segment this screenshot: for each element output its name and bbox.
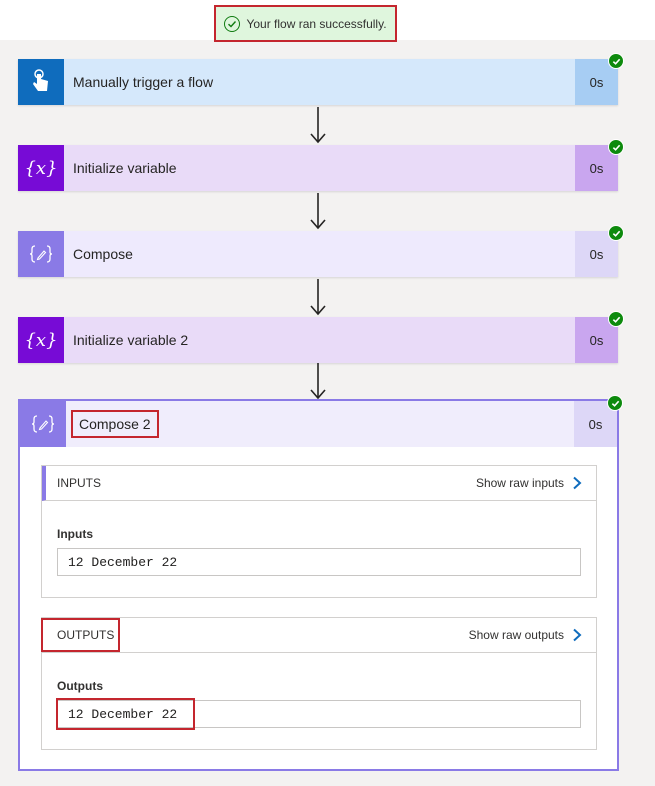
success-check-icon [224,15,241,32]
inputs-section: INPUTS Show raw inputs Inputs 12 Decembe… [41,465,597,598]
outputs-header-label: OUTPUTS [41,618,121,652]
success-check-icon [608,225,624,241]
step-title: Manually trigger a flow [73,74,214,90]
compose-icon [18,231,64,277]
variable-icon: {x} [18,145,64,191]
step-title: Compose [73,246,133,262]
chevron-right-icon [573,476,582,490]
step-initialize-variable[interactable]: {x} Initialize variable 0s [18,139,624,191]
step-compose-2-expanded: Compose 2 0s INPUTS Show raw inputs Inpu… [18,395,623,771]
outputs-section: OUTPUTS Show raw outputs Outputs 12 Dece… [41,617,597,750]
show-raw-inputs-label: Show raw inputs [475,476,564,490]
flow-arrow-icon [310,279,326,316]
chevron-right-icon [573,628,582,642]
success-check-icon [608,311,624,327]
toast-message: Your flow ran successfully. [246,16,387,31]
step-title: Initialize variable 2 [73,332,189,348]
variable-icon: {x} [18,317,64,363]
step-manual-trigger[interactable]: Manually trigger a flow 0s [18,53,624,105]
outputs-value: 12 December 22 [56,698,195,730]
success-check-icon [608,53,624,69]
step-initialize-variable-2[interactable]: {x} Initialize variable 2 0s [18,311,624,363]
inputs-value: 12 December 22 [57,548,581,576]
inputs-header-label: INPUTS [57,476,102,490]
flow-arrow-icon [310,107,326,144]
step-compose[interactable]: Compose 0s [18,225,624,277]
show-raw-outputs-label: Show raw outputs [468,628,564,642]
step-title: Compose 2 [71,410,159,438]
compose-icon [20,401,66,447]
flow-arrow-icon [310,193,326,230]
outputs-field-label: Outputs [57,679,103,693]
hand-touch-icon [18,59,64,105]
variable-glyph: {x} [24,157,58,179]
success-check-icon [607,395,623,411]
step-compose-2-header[interactable]: Compose 2 0s [20,401,617,447]
outputs-value-box: 12 December 22 [56,698,581,730]
inputs-header: INPUTS Show raw inputs [42,466,596,501]
success-toast: Your flow ran successfully. [214,5,397,42]
flow-arrow-icon [310,363,326,400]
show-raw-inputs-link[interactable]: Show raw inputs [476,476,582,490]
variable-glyph: {x} [24,329,58,351]
show-raw-outputs-link[interactable]: Show raw outputs [469,628,582,642]
outputs-header: OUTPUTS Show raw outputs [41,618,596,653]
inputs-field-label: Inputs [57,527,93,541]
step-title: Initialize variable [73,160,177,176]
success-check-icon [608,139,624,155]
